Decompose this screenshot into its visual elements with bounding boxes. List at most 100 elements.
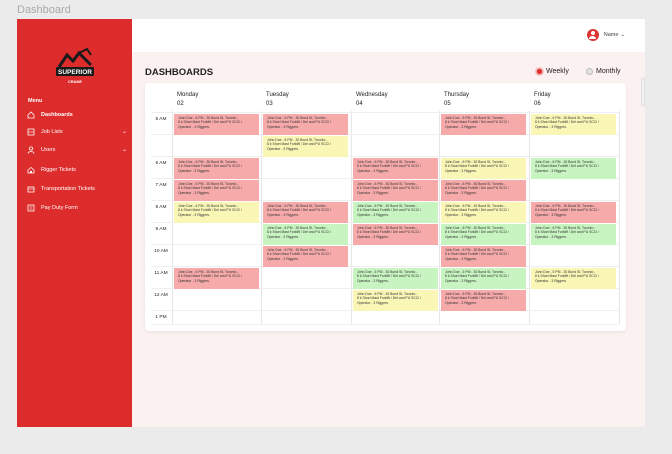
time-label: 7 AM: [155, 183, 167, 188]
calendar-event[interactable]: John Doe - 6 PM - 30 Bond St, Toronto -8…: [441, 268, 526, 289]
event-text: Operator - 3 Riggers.: [178, 212, 210, 217]
sidebar-item-rigger-tickets[interactable]: Rigger Tickets: [27, 164, 127, 176]
event-text: Operator - 3 Riggers.: [357, 190, 389, 195]
weekly-calendar: Monday 02 Tuesday 03 Wednesday 04 Thursd…: [145, 83, 626, 331]
calendar-event[interactable]: John Doe - 6 PM - 30 Bond St, Toronto -8…: [263, 202, 348, 223]
day-name: Thursday: [444, 92, 470, 98]
day-date: 04: [356, 101, 363, 107]
day-header: Friday 06: [534, 91, 551, 109]
weekly-label: Weekly: [546, 68, 569, 75]
calendar-event[interactable]: John Doe - 6 PM - 30 Bond St, Toronto -8…: [174, 158, 259, 179]
day-date: 05: [444, 101, 451, 107]
logo-text-top: SUPERIOR: [58, 69, 92, 76]
time-label: 1 PM: [155, 315, 167, 320]
sidebar: SUPERIOR CRANE Menu Dashboards Job Lists…: [17, 19, 132, 427]
calendar-event[interactable]: John Doe - 6 PM - 30 Bond St, Toronto -8…: [263, 136, 348, 157]
calendar-event[interactable]: John Doe - 6 PM - 30 Bond St, Toronto -8…: [441, 290, 526, 311]
weekly-radio[interactable]: Weekly: [536, 68, 569, 75]
scroll-handle[interactable]: [641, 78, 645, 106]
sidebar-item-label: Pay Duty Form: [41, 205, 78, 211]
calendar-event[interactable]: John Doe - 6 PM - 30 Bond St, Toronto -8…: [353, 224, 438, 245]
grid-row-line: [151, 156, 619, 157]
event-text: Operator - 3 Riggers.: [178, 190, 210, 195]
grid-row-line: [151, 112, 619, 113]
sidebar-item-pay-duty-form[interactable]: Pay Duty Form: [27, 202, 127, 214]
calendar-event[interactable]: John Doe - 6 PM - 30 Bond St, Toronto -8…: [531, 224, 616, 245]
calendar-event[interactable]: John Doe - 6 PM - 30 Bond St, Toronto -8…: [441, 180, 526, 201]
sidebar-item-label: Users: [41, 147, 56, 153]
event-text: Operator - 3 Riggers.: [445, 212, 477, 217]
event-text: Operator - 3 Riggers.: [267, 124, 299, 129]
calendar-event[interactable]: John Doe - 6 PM - 30 Bond St, Toronto -8…: [174, 268, 259, 289]
calendar-event[interactable]: John Doe - 6 PM - 30 Bond St, Toronto -8…: [441, 224, 526, 245]
sidebar-item-transportation-tickets[interactable]: Transportation Tickets: [27, 183, 127, 195]
day-name: Tuesday: [266, 92, 289, 98]
calendar-event[interactable]: John Doe - 6 PM - 30 Bond St, Toronto -8…: [353, 268, 438, 289]
radio-selected-icon: [536, 68, 543, 75]
calendar-event[interactable]: John Doe - 6 PM - 30 Bond St, Toronto -8…: [174, 114, 259, 135]
sidebar-item-dashboards[interactable]: Dashboards: [27, 109, 127, 121]
chevron-down-icon: ⌄: [620, 32, 625, 38]
day-header: Wednesday 04: [356, 91, 388, 109]
chevron-down-icon[interactable]: ⌄: [122, 128, 127, 135]
event-text: Operator - 3 Riggers.: [445, 168, 477, 173]
calendar-event[interactable]: John Doe - 6 PM - 30 Bond St, Toronto -8…: [174, 180, 259, 201]
calendar-event[interactable]: John Doe - 6 PM - 30 Bond St, Toronto -8…: [353, 290, 438, 311]
calendar-event[interactable]: John Doe - 6 PM - 30 Bond St, Toronto -8…: [263, 224, 348, 245]
day-name: Friday: [534, 92, 551, 98]
event-text: Operator - 3 Riggers.: [445, 234, 477, 239]
calendar-event[interactable]: John Doe - 6 PM - 30 Bond St, Toronto -8…: [531, 158, 616, 179]
event-text: Operator - 3 Riggers.: [535, 124, 567, 129]
event-text: Operator - 3 Riggers.: [357, 234, 389, 239]
chevron-down-icon[interactable]: ⌄: [122, 146, 127, 153]
time-label: 10 AM: [154, 249, 168, 254]
sidebar-item-label: Dashboards: [41, 112, 73, 118]
calendar-event[interactable]: John Doe - 6 PM - 30 Bond St, Toronto -8…: [174, 202, 259, 223]
grid-row-line: [151, 266, 619, 267]
grid-column-line: [529, 111, 530, 324]
event-text: Operator - 3 Riggers.: [535, 168, 567, 173]
monthly-radio[interactable]: Monthly: [586, 68, 621, 75]
sidebar-item-label: Job Lists: [41, 129, 63, 135]
calendar-event[interactable]: John Doe - 6 PM - 30 Bond St, Toronto -8…: [441, 246, 526, 267]
event-text: Operator - 3 Riggers.: [267, 256, 299, 261]
calendar-event[interactable]: John Doe - 6 PM - 30 Bond St, Toronto -8…: [441, 158, 526, 179]
grid-column-line: [172, 111, 173, 324]
monthly-label: Monthly: [596, 68, 621, 75]
day-name: Monday: [177, 92, 199, 98]
event-text: Operator - 3 Riggers.: [535, 278, 567, 283]
calendar-event[interactable]: John Doe - 6 PM - 30 Bond St, Toronto -8…: [353, 180, 438, 201]
event-text: Operator - 3 Riggers.: [357, 168, 389, 173]
event-text: Operator - 3 Riggers.: [445, 278, 477, 283]
superior-crane-logo[interactable]: SUPERIOR CRANE: [53, 45, 97, 91]
frame-title: Dashboard: [17, 4, 71, 16]
user-icon: [27, 146, 35, 154]
event-text: Operator - 3 Riggers.: [535, 212, 567, 217]
day-name: Wednesday: [356, 92, 388, 98]
time-label: 5 AM: [155, 117, 167, 122]
calendar-event[interactable]: John Doe - 6 PM - 30 Bond St, Toronto -8…: [441, 114, 526, 135]
user-menu[interactable]: Name ⌄: [586, 29, 625, 41]
main-content: Name ⌄ DASHBOARDS Weekly Monthly Monday …: [132, 19, 645, 427]
house-icon: [27, 166, 35, 174]
grid-column-line: [619, 111, 620, 324]
home-icon: [27, 111, 35, 119]
sidebar-item-users[interactable]: Users ⌄: [27, 144, 127, 156]
calendar-event[interactable]: John Doe - 6 PM - 30 Bond St, Toronto -8…: [531, 202, 616, 223]
calendar-event[interactable]: John Doe - 6 PM - 30 Bond St, Toronto -8…: [263, 246, 348, 267]
calendar-event[interactable]: John Doe - 6 PM - 30 Bond St, Toronto -8…: [531, 114, 616, 135]
sidebar-item-job-lists[interactable]: Job Lists ⌄: [27, 126, 127, 138]
event-text: Operator - 3 Riggers.: [445, 124, 477, 129]
event-text: Operator - 3 Riggers.: [178, 278, 210, 283]
calendar-event[interactable]: John Doe - 6 PM - 30 Bond St, Toronto -8…: [441, 202, 526, 223]
calendar-event[interactable]: John Doe - 5 PM - 30 Bond St, Toronto -8…: [531, 268, 616, 289]
calendar-event[interactable]: John Doe - 6 PM - 30 Bond St, Toronto -8…: [263, 114, 348, 135]
event-text: Operator - 3 Riggers.: [445, 190, 477, 195]
time-label: 11 AM: [154, 271, 168, 276]
grid-column-line: [351, 111, 352, 324]
calendar-event[interactable]: John Doe - 6 PM - 30 Bond St, Toronto -8…: [353, 202, 438, 223]
calendar-event[interactable]: John Doe - 6 PM - 30 Bond St, Toronto -8…: [353, 158, 438, 179]
avatar: [586, 29, 599, 41]
top-bar: Name ⌄: [132, 19, 645, 52]
sidebar-item-label: Rigger Tickets: [41, 167, 76, 173]
